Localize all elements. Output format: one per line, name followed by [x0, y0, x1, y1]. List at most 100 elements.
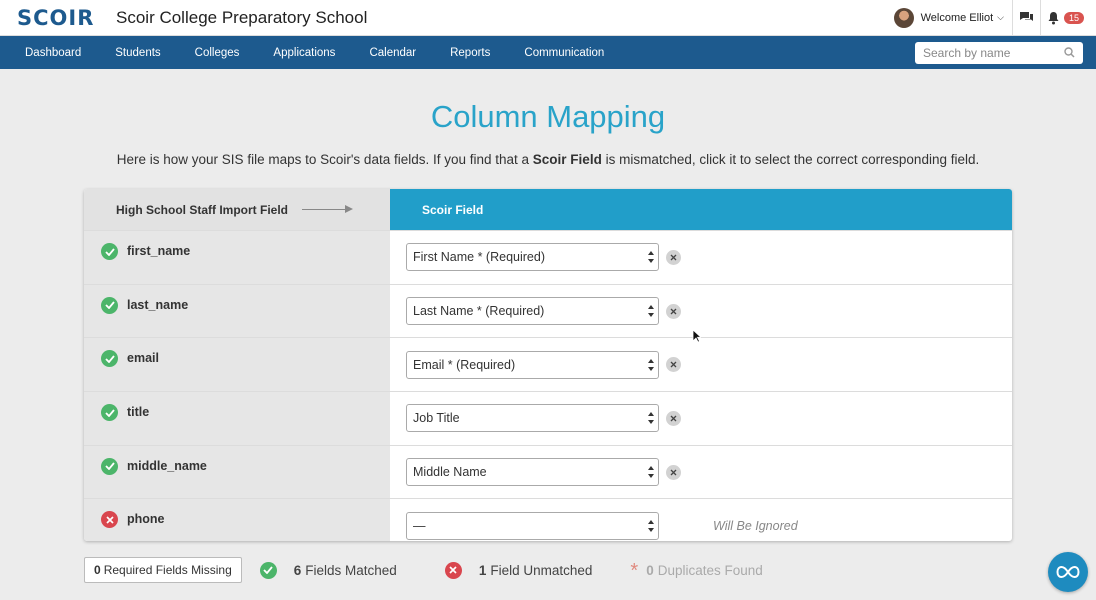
close-icon	[670, 254, 677, 261]
matched-label: Fields Matched	[305, 562, 397, 578]
required-missing-box: 0 Required Fields Missing	[84, 557, 242, 583]
table-row: phone — Will Be Ignored	[84, 498, 1012, 541]
ignored-note: Will Be Ignored	[713, 518, 798, 533]
scoir-field-cell: Last Name * (Required)	[390, 285, 1012, 338]
import-field-cell: title	[84, 392, 390, 445]
select-arrows-icon	[648, 358, 654, 371]
top-bar: SCOIR Scoir College Preparatory School W…	[0, 0, 1096, 36]
select-arrows-icon	[648, 251, 654, 264]
nav-dashboard[interactable]: Dashboard	[8, 47, 98, 59]
unmatched-count: 1	[478, 562, 487, 578]
table-row: first_name First Name * (Required)	[84, 230, 1012, 284]
scoir-field-select[interactable]: Job Title	[406, 404, 659, 433]
close-icon	[670, 361, 677, 368]
asterisk-icon: *	[630, 559, 639, 582]
selected-value: Email * (Required)	[413, 357, 516, 372]
page-title: Column Mapping	[430, 99, 666, 134]
nav-students[interactable]: Students	[98, 47, 177, 59]
selected-value: —	[413, 518, 426, 533]
unmatched-label: Field Unmatched	[490, 562, 593, 578]
scoir-field-select[interactable]: Last Name * (Required)	[406, 297, 659, 326]
import-field-name: title	[127, 405, 150, 420]
check-circle-icon	[101, 243, 118, 260]
scoir-field-select[interactable]: Middle Name	[406, 458, 659, 487]
import-field-cell: email	[84, 338, 390, 392]
scoir-field-cell: Job Title	[390, 392, 1012, 445]
mapping-summary: 0 Required Fields Missing 6 Fields Match…	[84, 557, 763, 583]
search-input[interactable]	[923, 45, 1064, 60]
scoir-field-cell: First Name * (Required)	[390, 231, 1012, 284]
import-field-name: first_name	[127, 244, 191, 258]
arrow-right-icon	[302, 205, 353, 213]
table-row: email Email * (Required)	[84, 337, 1012, 392]
scoir-field-cell: Email * (Required)	[390, 338, 1012, 391]
school-name: Scoir College Preparatory School	[116, 7, 368, 27]
check-circle-icon	[101, 296, 118, 314]
clear-mapping-button[interactable]	[666, 357, 681, 373]
table-row: last_name Last Name * (Required)	[84, 283, 1012, 338]
import-field-name: middle_name	[127, 458, 207, 473]
nav-colleges[interactable]: Colleges	[178, 47, 257, 59]
check-circle-icon	[101, 457, 118, 475]
select-arrows-icon	[648, 519, 654, 532]
duplicates-summary: * 0 Duplicates Found	[630, 558, 762, 583]
description-text-post: is mismatched, click it to select the co…	[601, 152, 980, 167]
selected-value: Job Title	[413, 411, 460, 426]
error-circle-icon	[101, 511, 118, 529]
column-mapping-table: High School Staff Import Field Scoir Fie…	[84, 189, 1012, 541]
help-chat-button[interactable]	[1048, 552, 1088, 592]
search-icon[interactable]	[1064, 47, 1075, 58]
messages-button[interactable]	[1011, 0, 1040, 36]
nav-calendar[interactable]: Calendar	[352, 47, 433, 59]
import-field-header: High School Staff Import Field	[84, 189, 390, 230]
select-arrows-icon	[648, 305, 654, 318]
selected-value: First Name * (Required)	[413, 250, 545, 265]
scoir-logo[interactable]: SCOIR	[17, 6, 99, 30]
required-missing-label: Required Fields Missing	[103, 563, 232, 577]
clear-mapping-button[interactable]	[666, 249, 681, 265]
import-field-cell: last_name	[84, 284, 390, 338]
clear-mapping-button[interactable]	[666, 303, 681, 319]
selected-value: Middle Name	[413, 465, 487, 480]
check-circle-icon	[101, 404, 118, 422]
import-field-name: email	[127, 351, 159, 366]
close-icon	[670, 469, 677, 476]
duplicates-count: 0	[646, 562, 654, 578]
bell-icon	[1048, 11, 1059, 24]
duplicates-label: Duplicates Found	[657, 562, 763, 578]
import-field-cell: phone	[84, 499, 390, 541]
scoir-field-cell: Middle Name	[390, 446, 1012, 499]
select-arrows-icon	[648, 412, 654, 425]
avatar	[893, 7, 914, 28]
scoir-field-select[interactable]: First Name * (Required)	[406, 243, 659, 272]
mouse-cursor-icon	[692, 329, 701, 343]
required-missing-count: 0	[94, 563, 101, 577]
clear-mapping-button[interactable]	[666, 410, 681, 426]
table-row: title Job Title	[84, 391, 1012, 445]
search-box	[915, 41, 1083, 64]
main-nav: Dashboard Students Colleges Applications…	[0, 36, 1096, 69]
nav-communication[interactable]: Communication	[507, 47, 621, 59]
infinity-icon	[1056, 565, 1080, 579]
nav-applications[interactable]: Applications	[256, 47, 352, 59]
clear-mapping-button[interactable]	[666, 464, 681, 480]
import-field-header-label: High School Staff Import Field	[116, 202, 288, 217]
scoir-field-select[interactable]: Email * (Required)	[406, 350, 659, 379]
description-bold: Scoir Field	[532, 152, 602, 167]
close-icon	[670, 308, 677, 314]
page-description: Here is how your SIS file maps to Scoir'…	[0, 152, 1096, 167]
table-header: High School Staff Import Field Scoir Fie…	[84, 189, 1012, 230]
welcome-text: Welcome Elliot	[920, 11, 994, 24]
scoir-field-header-label: Scoir Field	[422, 202, 484, 217]
error-circle-icon	[444, 561, 462, 579]
table-row: middle_name Middle Name	[84, 444, 1012, 499]
unmatched-summary: 1 Field Unmatched	[444, 561, 593, 579]
user-menu[interactable]: Welcome Elliot ⌵	[893, 0, 1012, 36]
notifications-button[interactable]: 15	[1039, 0, 1096, 36]
check-circle-icon	[101, 350, 118, 368]
check-circle-icon	[259, 561, 277, 579]
import-field-cell: middle_name	[84, 445, 390, 499]
nav-reports[interactable]: Reports	[433, 47, 507, 59]
description-text-pre: Here is how your SIS file maps to Scoir'…	[116, 152, 533, 167]
scoir-field-select[interactable]: —	[406, 511, 659, 540]
